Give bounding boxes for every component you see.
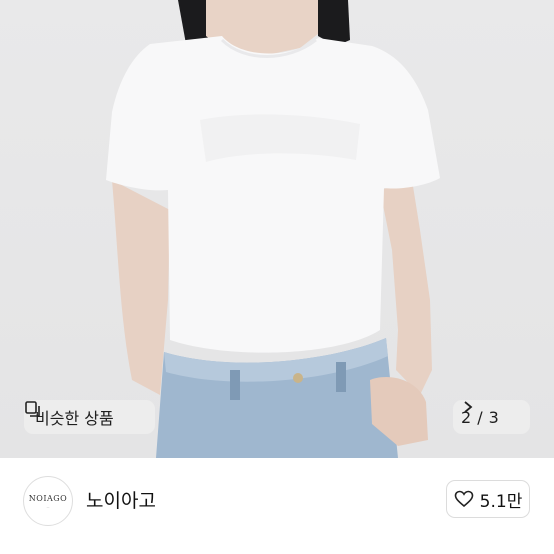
shop-logo-underline: —	[46, 504, 50, 509]
like-count: 5.1만	[479, 491, 523, 512]
similar-items-button[interactable]: 비슷한 상품	[24, 400, 155, 434]
image-counter-separator: /	[477, 407, 483, 427]
product-photo	[106, 0, 440, 458]
shop-logo[interactable]: NOIAGO —	[23, 476, 73, 526]
like-button[interactable]: 5.1만	[446, 480, 530, 518]
image-counter-button[interactable]: 2 / 3	[453, 400, 530, 434]
shop-logo-text: NOIAGO	[28, 493, 68, 503]
similar-items-label: 비슷한 상품	[35, 409, 114, 428]
product-image[interactable]: 비슷한 상품 2 / 3	[0, 0, 554, 458]
shop-bar: NOIAGO — 노이아고 5.1만	[0, 458, 554, 554]
shop-name[interactable]: 노이아고	[86, 486, 156, 513]
chevron-right-icon	[464, 401, 473, 413]
similar-items-icon	[25, 401, 40, 417]
heart-icon	[454, 490, 473, 508]
image-total: 3	[488, 407, 499, 427]
